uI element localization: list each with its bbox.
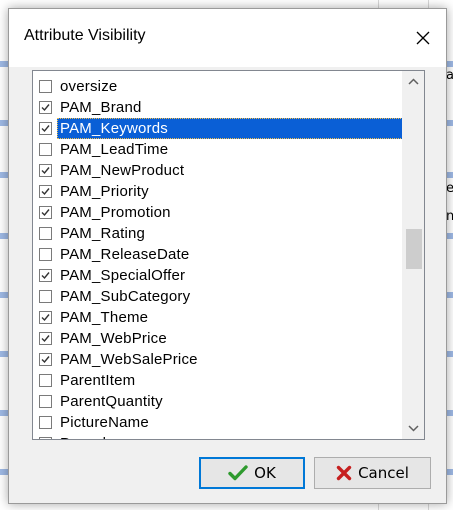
- checkmark-icon: [41, 314, 50, 322]
- attribute-visibility-dialog: Attribute Visibility oversize PAM_Brand PA…: [8, 8, 447, 504]
- list-item-label: PAM_SpecialOffer: [60, 267, 186, 284]
- title-bar: Attribute Visibility: [9, 9, 446, 67]
- checkmark-icon: [228, 465, 248, 481]
- attribute-checklist[interactable]: oversize PAM_Brand PAM_Keywords PAM_LeadTim…: [32, 70, 425, 440]
- scroll-down-button[interactable]: [403, 418, 424, 439]
- list-item-label: ParentQuantity: [60, 393, 163, 410]
- list-item-label: PAM_Brand: [60, 99, 142, 116]
- list-item-label: PAM_Theme: [60, 309, 149, 326]
- list-item-label: PAM_WebSalePrice: [60, 351, 198, 368]
- list-item[interactable]: PAM_WebPrice: [33, 328, 401, 349]
- list-item[interactable]: PAM_SpecialOffer: [33, 265, 401, 286]
- chevron-up-icon: [408, 78, 419, 85]
- checkmark-icon: [41, 335, 50, 343]
- scroll-up-button[interactable]: [403, 71, 424, 92]
- list-item[interactable]: Preorder: [33, 433, 401, 439]
- list-item-label: PAM_Rating: [60, 225, 146, 242]
- checkbox[interactable]: [39, 290, 52, 303]
- attribute-list: oversize PAM_Brand PAM_Keywords PAM_LeadTim…: [33, 76, 403, 439]
- checkbox[interactable]: [39, 227, 52, 240]
- list-item[interactable]: PAM_Theme: [33, 307, 401, 328]
- checkbox[interactable]: [39, 143, 52, 156]
- list-item-label: PAM_ReleaseDate: [60, 246, 190, 263]
- list-item-label: PAM_NewProduct: [60, 162, 185, 179]
- checkbox[interactable]: [39, 437, 52, 439]
- checkmark-icon: [41, 209, 50, 217]
- checkbox[interactable]: [39, 164, 52, 177]
- list-item-label: PAM_Keywords: [57, 118, 403, 139]
- list-item[interactable]: PAM_SubCategory: [33, 286, 401, 307]
- checkbox[interactable]: [39, 416, 52, 429]
- list-item[interactable]: PAM_Keywords: [33, 118, 403, 139]
- checkbox[interactable]: [39, 374, 52, 387]
- checkbox[interactable]: [39, 353, 52, 366]
- list-item[interactable]: PAM_Priority: [33, 181, 401, 202]
- list-item[interactable]: PictureName: [33, 412, 401, 433]
- list-item-label: PAM_LeadTime: [60, 141, 169, 158]
- dialog-title: Attribute Visibility: [24, 27, 146, 44]
- vertical-scrollbar[interactable]: [402, 71, 424, 439]
- list-item-label: PAM_SubCategory: [60, 288, 191, 305]
- checkbox[interactable]: [39, 395, 52, 408]
- list-item[interactable]: PAM_NewProduct: [33, 160, 401, 181]
- checkbox[interactable]: [39, 269, 52, 282]
- list-item[interactable]: PAM_Rating: [33, 223, 401, 244]
- ok-button[interactable]: OK: [199, 457, 305, 489]
- cancel-button-label: Cancel: [358, 464, 409, 482]
- checkbox[interactable]: [39, 206, 52, 219]
- checkbox[interactable]: [39, 122, 52, 135]
- chevron-down-icon: [408, 425, 419, 432]
- list-item[interactable]: oversize: [33, 76, 401, 97]
- scrollbar-thumb[interactable]: [406, 229, 422, 270]
- ok-button-label: OK: [254, 464, 276, 482]
- list-item[interactable]: PAM_Brand: [33, 97, 401, 118]
- checkbox[interactable]: [39, 248, 52, 261]
- list-item[interactable]: ParentItem: [33, 370, 401, 391]
- cancel-button[interactable]: Cancel: [314, 457, 431, 489]
- checkmark-icon: [41, 125, 50, 133]
- list-item-label: ParentItem: [60, 372, 136, 389]
- checkbox[interactable]: [39, 311, 52, 324]
- list-item[interactable]: PAM_WebSalePrice: [33, 349, 401, 370]
- checkbox[interactable]: [39, 332, 52, 345]
- checkmark-icon: [41, 356, 50, 364]
- checkmark-icon: [41, 188, 50, 196]
- checkbox[interactable]: [39, 80, 52, 93]
- list-item[interactable]: PAM_LeadTime: [33, 139, 401, 160]
- checkbox[interactable]: [39, 185, 52, 198]
- background-text-fragment: e: [446, 181, 453, 196]
- background-text-fragment: n: [446, 209, 453, 224]
- background-text-fragment: a: [446, 68, 453, 83]
- checkmark-icon: [41, 167, 50, 175]
- checkmark-icon: [41, 104, 50, 112]
- checkbox[interactable]: [39, 101, 52, 114]
- list-item[interactable]: ParentQuantity: [33, 391, 401, 412]
- list-item-label: oversize: [60, 78, 118, 95]
- x-icon: [336, 465, 352, 481]
- list-item-label: PAM_Promotion: [60, 204, 171, 221]
- checkmark-icon: [41, 272, 50, 280]
- list-item[interactable]: PAM_Promotion: [33, 202, 401, 223]
- list-item-label: PAM_Priority: [60, 183, 149, 200]
- list-item-label: PAM_WebPrice: [60, 330, 167, 347]
- list-item[interactable]: PAM_ReleaseDate: [33, 244, 401, 265]
- list-item-label: PictureName: [60, 414, 149, 431]
- close-icon: [416, 31, 430, 45]
- list-item-label: Preorder: [57, 433, 123, 439]
- close-button[interactable]: [400, 9, 446, 67]
